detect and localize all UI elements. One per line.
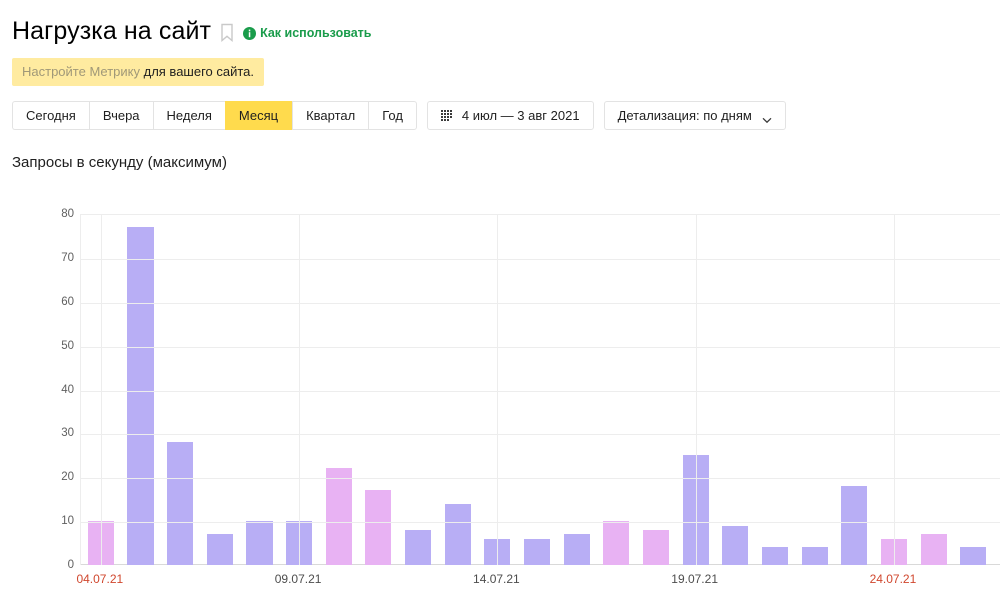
detail-level-label: Детализация: по дням (617, 108, 752, 123)
chart-bar[interactable] (801, 547, 828, 565)
vertical-gridline (299, 215, 301, 565)
chart-bar[interactable] (404, 529, 432, 565)
chart-bar[interactable] (246, 521, 273, 565)
chart-bar[interactable] (127, 227, 154, 565)
load-report-page: Нагрузка на сайт Как использовать Настро… (0, 0, 1000, 605)
gridline (81, 478, 1000, 480)
chart-bar[interactable] (523, 538, 551, 565)
chart-bar[interactable] (603, 521, 630, 565)
chart-bar[interactable] (563, 534, 590, 565)
chart-bar[interactable] (642, 529, 670, 565)
period-segmented-control: Сегодня Вчера Неделя Месяц Квартал Год (12, 101, 417, 130)
chart-bar[interactable] (444, 503, 471, 565)
detail-level-button[interactable]: Детализация: по дням (603, 101, 786, 130)
chart-bar[interactable] (960, 547, 987, 565)
period-week[interactable]: Неделя (152, 101, 225, 130)
chart-title: Запросы в секунду (максимум) (12, 154, 227, 171)
chart-bar[interactable] (761, 547, 789, 565)
period-toolbar: Сегодня Вчера Неделя Месяц Квартал Год 4… (12, 101, 1000, 130)
chart-bar[interactable] (722, 525, 749, 565)
how-to-use-link[interactable]: Как использовать (243, 26, 372, 40)
chart-bar[interactable] (206, 534, 233, 565)
how-to-use-label: Как использовать (260, 26, 372, 40)
setup-metrica-notice: Настройте Метрику для вашего сайта. (12, 58, 265, 86)
y-axis-tick: 80 (61, 208, 74, 220)
date-range-label: 4 июл — 3 авг 2021 (461, 108, 580, 123)
x-axis-tick: 04.07.21 (76, 572, 124, 586)
gridline (81, 346, 1000, 348)
gridline (81, 434, 1000, 436)
bookmark-icon[interactable] (220, 23, 234, 43)
gridline (81, 258, 1000, 260)
setup-metrica-text: для вашего сайта. (140, 64, 255, 79)
info-icon (243, 26, 257, 40)
x-axis-tick: 09.07.21 (274, 572, 322, 586)
y-axis-tick: 50 (61, 339, 74, 352)
chart-bar[interactable] (841, 486, 868, 565)
x-axis-tick: 14.07.21 (473, 572, 520, 586)
vertical-gridline (497, 215, 499, 565)
requests-per-second-chart: 0 10 20 30 40 50 60 70 80 04.07.21 09.07.21 14.07.… (0, 200, 1000, 605)
gridline (81, 522, 1000, 524)
y-axis-tick: 70 (61, 251, 74, 264)
x-axis-tick: 24.07.21 (869, 572, 917, 586)
y-axis-tick: 30 (61, 427, 74, 440)
chevron-down-icon (762, 112, 772, 124)
gridline (81, 302, 1000, 304)
y-axis-tick: 20 (61, 471, 74, 484)
calendar-icon (440, 109, 454, 122)
chart-plot-area (80, 214, 1000, 565)
period-yesterday[interactable]: Вчера (88, 101, 153, 130)
period-year[interactable]: Год (368, 101, 417, 130)
vertical-gridline (893, 215, 895, 565)
setup-metrica-link[interactable]: Настройте Метрику (22, 64, 140, 79)
y-axis-tick: 0 (67, 559, 74, 571)
period-quarter[interactable]: Квартал (292, 101, 369, 130)
period-month[interactable]: Месяц (224, 101, 293, 130)
page-title: Нагрузка на сайт (12, 17, 212, 45)
chart-bar[interactable] (920, 534, 947, 565)
y-axis-tick: 10 (61, 515, 74, 528)
y-axis-tick: 60 (61, 295, 74, 308)
chart-bars (81, 214, 1000, 565)
vertical-gridline (695, 215, 697, 565)
chart-bar[interactable] (325, 468, 352, 565)
x-axis-tick: 19.07.21 (671, 572, 718, 586)
y-axis-tick: 40 (61, 383, 74, 396)
gridline (81, 390, 1000, 392)
chart-bar[interactable] (167, 442, 194, 565)
vertical-gridline (100, 215, 102, 565)
page-header: Нагрузка на сайт Как использовать (0, 0, 1000, 46)
date-range-button[interactable]: 4 июл — 3 авг 2021 (426, 101, 594, 130)
chart-bar[interactable] (365, 490, 392, 565)
period-today[interactable]: Сегодня (12, 101, 89, 130)
